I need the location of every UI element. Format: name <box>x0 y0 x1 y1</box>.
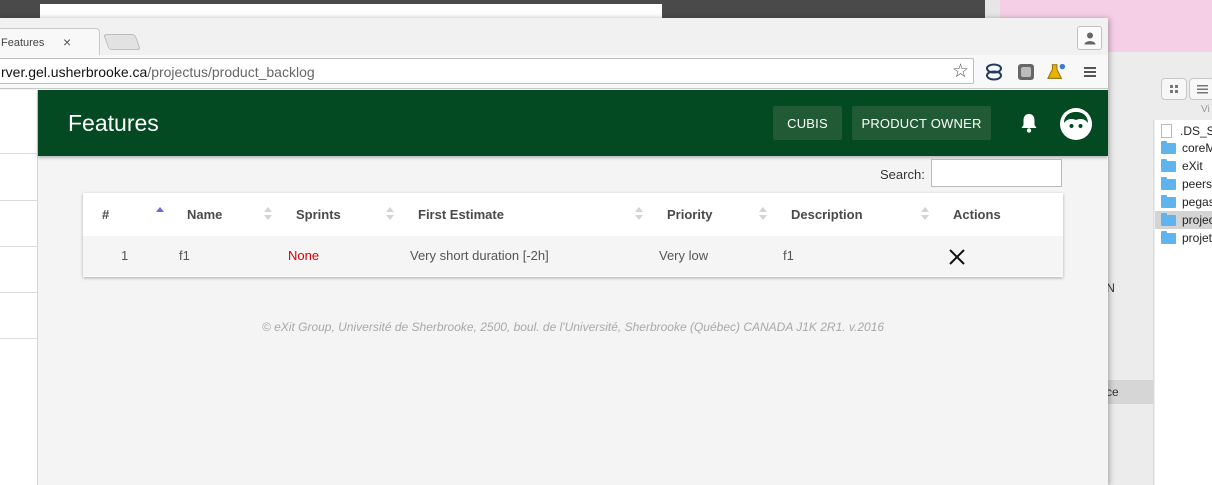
column-header-sprints[interactable]: Sprints <box>296 207 341 222</box>
profile-button[interactable] <box>1077 26 1102 50</box>
list-item-selected[interactable]: projec <box>1155 211 1212 229</box>
chrome-menu-button[interactable] <box>1080 62 1100 82</box>
folder-icon <box>1161 176 1176 190</box>
list-item[interactable]: projet <box>1161 229 1212 247</box>
list-view-button[interactable] <box>1189 78 1212 100</box>
url-text: rver.gel.usherbrooke.ca/projectus/produc… <box>1 64 315 80</box>
features-table: # Name Sprints First Estimate Priority D… <box>83 193 1063 277</box>
notifications-button[interactable] <box>1018 110 1040 136</box>
address-bar[interactable]: rver.gel.usherbrooke.ca/projectus/produc… <box>0 58 974 84</box>
file-name: peers <box>1182 177 1212 191</box>
file-name: projec <box>1182 213 1212 227</box>
product-owner-button[interactable]: PRODUCT OWNER <box>852 106 991 140</box>
tab-bar: Features × <box>0 18 1108 55</box>
list-item[interactable]: eXit <box>1161 157 1203 175</box>
extension-button[interactable] <box>1016 62 1036 82</box>
user-avatar[interactable] <box>1059 107 1093 141</box>
search-label: Search: <box>880 167 925 182</box>
person-icon <box>1084 32 1095 45</box>
page-footer: © eXit Group, Université de Sherbrooke, … <box>261 320 885 334</box>
flask-icon <box>1047 63 1066 79</box>
file-name: pegas <box>1182 195 1212 209</box>
shield-icon <box>1018 64 1034 80</box>
divider <box>0 292 38 293</box>
file-icon <box>1161 124 1172 138</box>
file-name: .DS_S <box>1180 124 1212 138</box>
close-icon <box>949 249 965 265</box>
cell-priority: Very low <box>659 248 709 263</box>
file-name: eXit <box>1182 159 1203 173</box>
column-header-number[interactable]: # <box>102 207 109 222</box>
extension-button[interactable] <box>984 62 1004 82</box>
close-tab-icon[interactable]: × <box>63 34 71 50</box>
column-header-description[interactable]: Description <box>791 207 863 222</box>
list-icon <box>1197 85 1208 94</box>
url-host: rver.gel.usherbrooke.ca <box>1 64 148 80</box>
cell-sprints: None <box>288 248 320 263</box>
view-label: Vi <box>1201 104 1210 115</box>
menu-icon <box>1084 67 1096 77</box>
list-item[interactable]: peers <box>1161 175 1212 193</box>
divider <box>0 338 38 339</box>
sort-ascending-icon[interactable] <box>156 207 164 221</box>
delete-button[interactable] <box>948 248 966 266</box>
folder-icon <box>1161 230 1176 244</box>
app-header: Features CUBIS PRODUCT OWNER <box>38 90 1108 156</box>
extension-button[interactable] <box>1046 62 1066 82</box>
list-item[interactable]: pegas <box>1161 193 1212 211</box>
tab-title: Features <box>1 37 45 49</box>
star-icon[interactable]: ☆ <box>952 60 969 83</box>
browser-window: Features × rver.gel.usherbrooke.ca/proje… <box>0 18 1108 485</box>
sort-icon[interactable] <box>635 207 643 221</box>
cell-first-estimate: Very short duration [-2h] <box>410 248 549 263</box>
divider <box>0 200 38 201</box>
column-header-name[interactable]: Name <box>187 207 222 222</box>
page-title: Features <box>68 110 159 136</box>
tab-features[interactable]: Features × <box>0 28 100 55</box>
column-header-priority[interactable]: Priority <box>667 207 713 222</box>
cell-number: 1 <box>121 248 129 263</box>
face-icon <box>1060 108 1092 140</box>
file-name: coreM <box>1182 141 1212 155</box>
cell-description: f1 <box>783 248 794 263</box>
folder-icon <box>1161 194 1176 208</box>
sort-icon[interactable] <box>921 207 929 221</box>
url-path: /projectus/product_backlog <box>147 64 315 80</box>
loop-icon <box>986 63 1002 81</box>
table-row[interactable]: 1 f1 None Very short duration [-2h] Very… <box>83 236 1063 276</box>
file-name: projet <box>1182 231 1212 245</box>
finder-file-list: .DS_S coreM eXit peers pegas projec proj… <box>1155 120 1212 485</box>
list-item[interactable]: coreM <box>1161 139 1212 157</box>
sort-icon[interactable] <box>759 207 767 221</box>
folder-icon <box>1161 140 1176 154</box>
divider <box>0 246 38 247</box>
grid-icon <box>1170 85 1178 93</box>
folder-icon <box>1161 212 1176 226</box>
sort-icon[interactable] <box>386 207 394 221</box>
new-tab-button[interactable] <box>103 34 141 50</box>
icon-view-button[interactable] <box>1161 78 1187 100</box>
cubis-button[interactable]: CUBIS <box>773 106 842 140</box>
folder-icon <box>1161 158 1176 172</box>
sort-icon[interactable] <box>264 207 272 221</box>
divider <box>0 153 38 154</box>
bell-icon <box>1021 114 1037 133</box>
column-header-actions: Actions <box>953 207 1001 222</box>
cell-name: f1 <box>179 248 190 263</box>
search-input[interactable] <box>931 159 1062 187</box>
finder-sidebar <box>1100 120 1154 485</box>
left-panel <box>0 90 38 485</box>
column-header-first-estimate[interactable]: First Estimate <box>418 207 504 222</box>
browser-toolbar: rver.gel.usherbrooke.ca/projectus/produc… <box>0 55 1108 89</box>
list-item[interactable]: .DS_S <box>1161 122 1212 140</box>
